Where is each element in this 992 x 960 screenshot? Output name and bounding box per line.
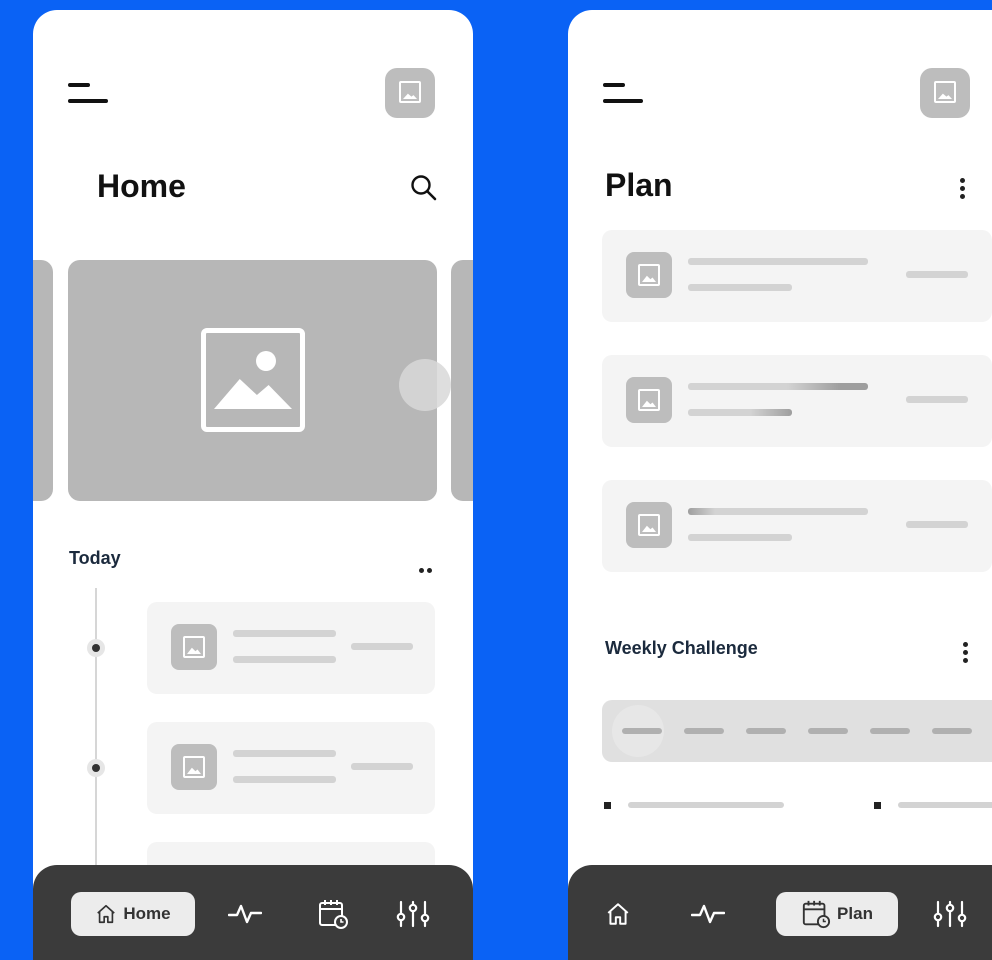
- day-marker: [870, 728, 910, 734]
- section-title-today: Today: [69, 548, 121, 568]
- text-placeholder: [233, 776, 336, 783]
- timeline-dot: [87, 639, 105, 657]
- day-marker: [684, 728, 724, 734]
- text-placeholder: [233, 750, 336, 757]
- plan-item[interactable]: [602, 480, 992, 572]
- menu-icon[interactable]: [603, 83, 643, 111]
- image-placeholder-icon: [201, 328, 305, 432]
- home-icon: [607, 903, 629, 925]
- text-placeholder: [688, 258, 868, 265]
- bottom-tab-bar: Home: [33, 865, 473, 960]
- activity-icon: [228, 904, 262, 924]
- plan-screen: Plan Weekly Challenge Plan: [568, 10, 992, 960]
- plan-item[interactable]: [602, 355, 992, 447]
- carousel-slide-next[interactable]: [451, 260, 473, 501]
- more-options-icon[interactable]: [961, 642, 969, 664]
- day-marker: [932, 728, 972, 734]
- timeline-dot: [87, 759, 105, 777]
- tab-activity[interactable]: [688, 892, 728, 936]
- calendar-icon: [319, 900, 348, 929]
- more-options-icon[interactable]: [419, 560, 439, 573]
- legend-label-placeholder: [898, 802, 992, 808]
- tab-label: Home: [123, 904, 171, 923]
- carousel-touch-indicator: [399, 359, 451, 411]
- tab-label: Plan: [837, 904, 873, 923]
- image-placeholder-icon: [399, 81, 421, 103]
- day-marker: [746, 728, 786, 734]
- text-placeholder: [906, 271, 968, 278]
- legend-label-placeholder: [628, 802, 784, 808]
- image-placeholder-icon: [934, 81, 956, 103]
- plan-item[interactable]: [602, 230, 992, 322]
- day-marker: [622, 728, 662, 734]
- image-placeholder-icon: [638, 264, 660, 286]
- text-placeholder: [351, 643, 413, 650]
- home-screen: Home Today Home: [33, 10, 473, 960]
- search-icon[interactable]: [409, 173, 439, 203]
- carousel-slide-current[interactable]: [68, 260, 437, 501]
- text-placeholder: [233, 656, 336, 663]
- thumbnail: [626, 502, 672, 548]
- text-placeholder: [688, 534, 792, 541]
- tab-home[interactable]: Home: [71, 892, 195, 936]
- tab-settings[interactable]: [393, 892, 433, 936]
- text-placeholder: [688, 383, 868, 390]
- text-placeholder: [688, 409, 792, 416]
- page-title: Plan: [605, 167, 673, 203]
- thumbnail: [171, 624, 217, 670]
- list-item[interactable]: [147, 602, 435, 694]
- avatar[interactable]: [385, 68, 435, 118]
- text-placeholder: [351, 763, 413, 770]
- thumbnail: [626, 377, 672, 423]
- more-options-icon[interactable]: [958, 178, 966, 200]
- tab-home[interactable]: [598, 892, 638, 936]
- sliders-icon: [933, 900, 967, 928]
- menu-icon[interactable]: [68, 83, 108, 111]
- legend-marker: [604, 802, 611, 809]
- tab-plan[interactable]: Plan: [776, 892, 898, 936]
- carousel-slide-previous[interactable]: [33, 260, 53, 501]
- activity-icon: [691, 904, 725, 924]
- text-placeholder: [688, 284, 792, 291]
- text-placeholder: [688, 508, 868, 515]
- tab-settings[interactable]: [930, 892, 970, 936]
- thumbnail: [626, 252, 672, 298]
- day-marker: [808, 728, 848, 734]
- text-placeholder: [233, 630, 336, 637]
- home-icon: [97, 904, 116, 924]
- thumbnail: [171, 744, 217, 790]
- tab-calendar[interactable]: [313, 892, 353, 936]
- sliders-icon: [396, 900, 430, 928]
- bottom-tab-bar: Plan: [568, 865, 992, 960]
- list-item[interactable]: [147, 722, 435, 814]
- text-placeholder: [906, 396, 968, 403]
- text-placeholder: [906, 521, 968, 528]
- image-placeholder-icon: [638, 389, 660, 411]
- timeline-line: [95, 588, 97, 868]
- image-placeholder-icon: [638, 514, 660, 536]
- avatar[interactable]: [920, 68, 970, 118]
- image-placeholder-icon: [183, 636, 205, 658]
- section-title-weekly-challenge: Weekly Challenge: [605, 638, 758, 658]
- legend-marker: [874, 802, 881, 809]
- page-title: Home: [97, 168, 186, 204]
- calendar-icon: [802, 900, 831, 929]
- image-placeholder-icon: [183, 756, 205, 778]
- weekly-challenge-progress[interactable]: [602, 700, 992, 762]
- tab-activity[interactable]: [225, 892, 265, 936]
